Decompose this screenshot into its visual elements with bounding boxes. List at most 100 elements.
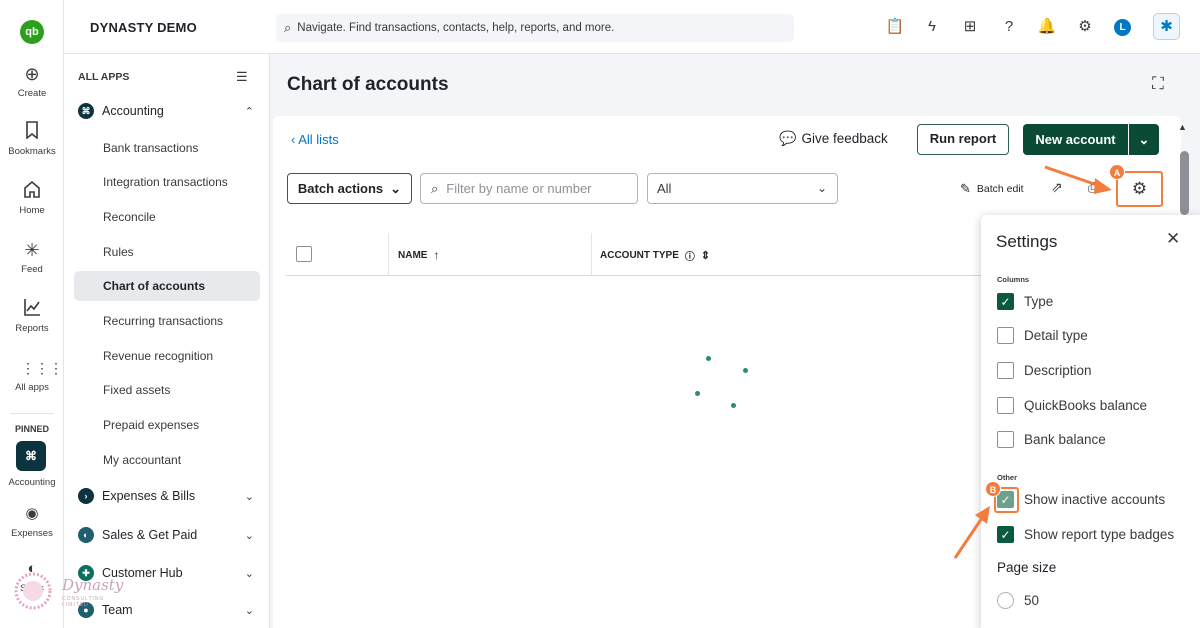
page-size-option-50[interactable]: 50 [997,592,1039,609]
settings-gear-icon[interactable]: ⚙ [1075,17,1095,37]
run-report-button[interactable]: Run report [917,124,1009,155]
top-bar: DYNASTY DEMO ⌕ Navigate. Find transactio… [64,0,1200,54]
column-label: NAME [398,249,428,261]
lightning-icon[interactable]: ϟ [922,17,942,37]
page-size-label: Page size [997,560,1057,575]
sort-up-icon: ↑ [433,248,440,262]
apps-sidebar: ALL APPS ☰ ⌘ Accounting ⌃ Bank transacti… [64,54,270,628]
checkbox[interactable] [997,362,1014,379]
nav-revenue-recognition[interactable]: Revenue recognition [74,341,260,371]
columns-section-label: Columns [997,275,1030,284]
select-all-checkbox[interactable] [296,246,312,262]
rail-label: Expenses [11,528,53,539]
all-lists-link[interactable]: ‹ All lists [291,132,339,147]
clipboard-icon[interactable]: 📋 [885,17,905,37]
column-toggle-bank-balance[interactable]: Bank balance [997,431,1106,448]
bell-icon[interactable]: 🔔 [1037,17,1057,37]
nav-recurring-transactions[interactable]: Recurring transactions [74,306,260,336]
rail-all-apps[interactable]: ⋮⋮⋮ All apps [0,357,64,393]
annotation-marker-a: A [1109,164,1125,180]
global-search[interactable]: ⌕ Navigate. Find transactions, contacts,… [276,14,794,42]
accounting-app-icon[interactable]: ⌘ [16,441,46,471]
all-apps-header: ALL APPS [78,71,130,83]
expenses-icon: › [78,488,94,504]
bookmark-icon [21,121,43,143]
rail-bookmarks[interactable]: Bookmarks [0,121,64,157]
radio-button[interactable] [997,592,1014,609]
column-toggle-detail-type[interactable]: Detail type [997,327,1088,344]
nav-fixed-assets[interactable]: Fixed assets [74,375,260,405]
new-account-button[interactable]: New account [1023,124,1128,155]
rail-pinned-expenses[interactable]: ◉ Expenses [0,503,64,539]
group-expenses-bills[interactable]: › Expenses & Bills ⌄ [78,488,254,504]
checkbox[interactable] [997,431,1014,448]
annotation-marker-b: B [985,481,1001,497]
name-column-header[interactable]: NAME ↑ [398,248,439,262]
give-feedback-link[interactable]: 💬 Give feedback [779,130,888,147]
checkbox-checked[interactable]: ✓ [997,293,1014,310]
toggle-show-report-type-badges[interactable]: ✓ Show report type badges [997,526,1174,543]
nav-my-accountant[interactable]: My accountant [74,445,260,475]
filter-placeholder: Filter by name or number [446,181,592,196]
pencil-icon: ✎ [960,181,971,196]
account-status-select[interactable]: All ⌄ [647,173,838,204]
user-avatar[interactable]: L [1114,19,1131,36]
column-toggle-type[interactable]: ✓ Type [997,293,1053,310]
rail-pinned-accounting[interactable]: Accounting [0,474,64,488]
scroll-up-arrow[interactable]: ▲ [1178,122,1187,132]
settings-title: Settings [996,232,1058,251]
batch-edit-button[interactable]: ✎ Batch edit [960,181,1024,197]
new-account-dropdown[interactable]: ⌄ [1129,124,1159,155]
grid-icon: ⋮⋮⋮ [21,360,63,376]
rail-reports[interactable]: Reports [0,298,64,334]
close-icon[interactable]: ✕ [1166,229,1180,249]
group-sales-get-paid[interactable]: ◐ Sales & Get Paid ⌄ [78,527,254,543]
accounting-icon: ⌘ [78,103,94,119]
nav-reconcile[interactable]: Reconcile [74,202,260,232]
account-type-column-header[interactable]: ACCOUNT TYPE ⓘ ⇕ [600,248,710,263]
apps-switch-icon[interactable]: ⊞ [960,17,980,37]
help-icon[interactable]: ? [999,17,1019,37]
nav-bank-transactions[interactable]: Bank transactions [74,133,260,163]
nav-chart-of-accounts[interactable]: Chart of accounts [74,271,260,301]
column-toggle-description[interactable]: Description [997,362,1092,379]
fullscreen-icon[interactable]: ⛶ [1152,74,1164,94]
rail-create[interactable]: ⊕ Create [0,63,64,99]
company-name[interactable]: DYNASTY DEMO [90,20,197,35]
column-divider [388,233,389,276]
toggle-show-inactive-accounts[interactable]: ✓ Show inactive accounts [997,491,1165,508]
print-icon[interactable]: ⎙ [1088,179,1099,196]
nav-prepaid-expenses[interactable]: Prepaid expenses [74,410,260,440]
nav-integration-transactions[interactable]: Integration transactions [74,167,260,197]
rail-feed[interactable]: ✳ Feed [0,239,64,275]
search-icon: ⌕ [284,20,292,35]
spinner-dot [706,356,711,361]
scrollbar-thumb[interactable] [1180,151,1189,215]
group-label: Accounting [102,104,164,118]
left-rail: qb ⊕ Create Bookmarks Home ✳ Feed Report… [0,0,64,628]
option-label: Show report type badges [1024,527,1175,542]
nav-rules[interactable]: Rules [74,237,260,267]
batch-actions-button[interactable]: Batch actions ⌄ [287,173,412,204]
filter-input[interactable]: ⌕ Filter by name or number [420,173,638,204]
chevron-down-icon: ⌄ [816,181,827,195]
assistant-button[interactable]: ✱ [1153,13,1180,40]
brand-watermark: Dynasty CONSULTING LIMITED [12,570,123,620]
chevron-down-icon: ⌄ [244,490,254,503]
checkbox-checked[interactable]: ✓ [997,526,1014,543]
chevron-up-icon: ⌃ [244,105,254,118]
collapse-menu-icon[interactable]: ☰ [236,69,248,85]
group-accounting[interactable]: ⌘ Accounting ⌃ [78,103,254,119]
quickbooks-logo[interactable]: qb [20,20,44,44]
rail-home[interactable]: Home [0,180,64,216]
gear-icon: ⚙ [1131,179,1148,198]
column-toggle-quickbooks-balance[interactable]: QuickBooks balance [997,397,1147,414]
sales-icon: ◐ [78,527,94,543]
batch-actions-label: Batch actions [297,180,384,196]
rail-label: Create [17,88,47,99]
checkbox[interactable] [997,397,1014,414]
option-label: Bank balance [1024,432,1106,447]
search-icon: ⌕ [431,180,439,196]
checkbox[interactable] [997,327,1014,344]
export-icon[interactable]: ⇗ [1051,179,1063,196]
